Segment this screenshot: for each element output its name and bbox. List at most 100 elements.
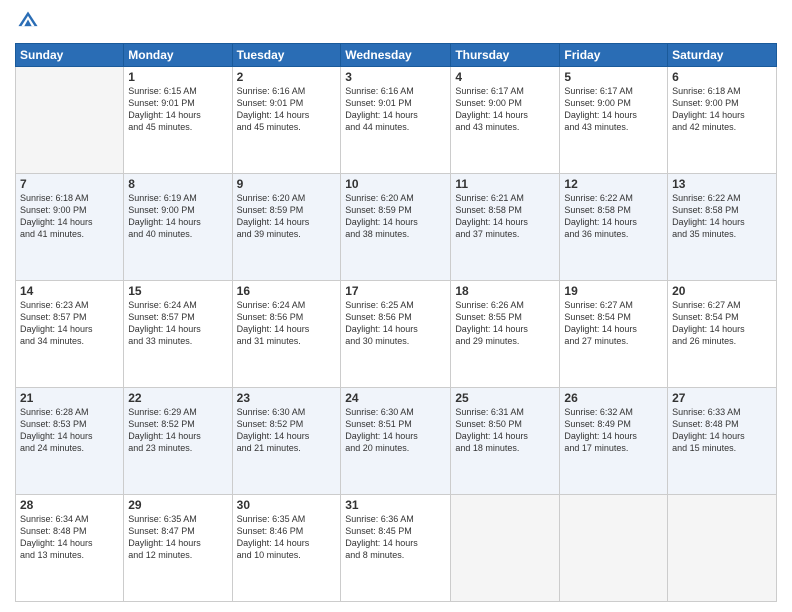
cell-info: Sunrise: 6:33 AM Sunset: 8:48 PM Dayligh… xyxy=(672,406,772,455)
day-number: 18 xyxy=(455,284,555,298)
header xyxy=(15,10,777,37)
day-number: 13 xyxy=(672,177,772,191)
calendar-cell: 21Sunrise: 6:28 AM Sunset: 8:53 PM Dayli… xyxy=(16,388,124,495)
calendar-cell: 13Sunrise: 6:22 AM Sunset: 8:58 PM Dayli… xyxy=(668,174,777,281)
day-number: 25 xyxy=(455,391,555,405)
cell-info: Sunrise: 6:22 AM Sunset: 8:58 PM Dayligh… xyxy=(672,192,772,241)
cell-info: Sunrise: 6:36 AM Sunset: 8:45 PM Dayligh… xyxy=(345,513,446,562)
day-number: 17 xyxy=(345,284,446,298)
day-number: 3 xyxy=(345,70,446,84)
day-number: 22 xyxy=(128,391,227,405)
calendar-cell: 2Sunrise: 6:16 AM Sunset: 9:01 PM Daylig… xyxy=(232,67,341,174)
calendar-cell xyxy=(16,67,124,174)
cell-info: Sunrise: 6:24 AM Sunset: 8:56 PM Dayligh… xyxy=(237,299,337,348)
calendar-cell: 5Sunrise: 6:17 AM Sunset: 9:00 PM Daylig… xyxy=(560,67,668,174)
calendar-header-thursday: Thursday xyxy=(451,44,560,67)
calendar-cell: 11Sunrise: 6:21 AM Sunset: 8:58 PM Dayli… xyxy=(451,174,560,281)
calendar-cell: 24Sunrise: 6:30 AM Sunset: 8:51 PM Dayli… xyxy=(341,388,451,495)
cell-info: Sunrise: 6:17 AM Sunset: 9:00 PM Dayligh… xyxy=(455,85,555,134)
day-number: 28 xyxy=(20,498,119,512)
calendar-cell: 30Sunrise: 6:35 AM Sunset: 8:46 PM Dayli… xyxy=(232,495,341,602)
cell-info: Sunrise: 6:27 AM Sunset: 8:54 PM Dayligh… xyxy=(564,299,663,348)
calendar-cell: 20Sunrise: 6:27 AM Sunset: 8:54 PM Dayli… xyxy=(668,281,777,388)
cell-info: Sunrise: 6:32 AM Sunset: 8:49 PM Dayligh… xyxy=(564,406,663,455)
cell-info: Sunrise: 6:18 AM Sunset: 9:00 PM Dayligh… xyxy=(672,85,772,134)
calendar-cell: 12Sunrise: 6:22 AM Sunset: 8:58 PM Dayli… xyxy=(560,174,668,281)
cell-info: Sunrise: 6:20 AM Sunset: 8:59 PM Dayligh… xyxy=(237,192,337,241)
calendar-header-tuesday: Tuesday xyxy=(232,44,341,67)
cell-info: Sunrise: 6:30 AM Sunset: 8:52 PM Dayligh… xyxy=(237,406,337,455)
calendar-cell: 17Sunrise: 6:25 AM Sunset: 8:56 PM Dayli… xyxy=(341,281,451,388)
cell-info: Sunrise: 6:29 AM Sunset: 8:52 PM Dayligh… xyxy=(128,406,227,455)
calendar-cell: 27Sunrise: 6:33 AM Sunset: 8:48 PM Dayli… xyxy=(668,388,777,495)
page: SundayMondayTuesdayWednesdayThursdayFrid… xyxy=(0,0,792,612)
day-number: 31 xyxy=(345,498,446,512)
calendar-row: 14Sunrise: 6:23 AM Sunset: 8:57 PM Dayli… xyxy=(16,281,777,388)
cell-info: Sunrise: 6:35 AM Sunset: 8:46 PM Dayligh… xyxy=(237,513,337,562)
cell-info: Sunrise: 6:26 AM Sunset: 8:55 PM Dayligh… xyxy=(455,299,555,348)
cell-info: Sunrise: 6:24 AM Sunset: 8:57 PM Dayligh… xyxy=(128,299,227,348)
day-number: 26 xyxy=(564,391,663,405)
day-number: 21 xyxy=(20,391,119,405)
calendar-cell: 18Sunrise: 6:26 AM Sunset: 8:55 PM Dayli… xyxy=(451,281,560,388)
day-number: 19 xyxy=(564,284,663,298)
cell-info: Sunrise: 6:17 AM Sunset: 9:00 PM Dayligh… xyxy=(564,85,663,134)
calendar-cell: 19Sunrise: 6:27 AM Sunset: 8:54 PM Dayli… xyxy=(560,281,668,388)
calendar-row: 7Sunrise: 6:18 AM Sunset: 9:00 PM Daylig… xyxy=(16,174,777,281)
calendar-cell: 3Sunrise: 6:16 AM Sunset: 9:01 PM Daylig… xyxy=(341,67,451,174)
cell-info: Sunrise: 6:16 AM Sunset: 9:01 PM Dayligh… xyxy=(237,85,337,134)
day-number: 20 xyxy=(672,284,772,298)
calendar-header-sunday: Sunday xyxy=(16,44,124,67)
calendar-header-friday: Friday xyxy=(560,44,668,67)
cell-info: Sunrise: 6:16 AM Sunset: 9:01 PM Dayligh… xyxy=(345,85,446,134)
day-number: 23 xyxy=(237,391,337,405)
day-number: 2 xyxy=(237,70,337,84)
calendar-cell: 10Sunrise: 6:20 AM Sunset: 8:59 PM Dayli… xyxy=(341,174,451,281)
cell-info: Sunrise: 6:18 AM Sunset: 9:00 PM Dayligh… xyxy=(20,192,119,241)
calendar-cell: 23Sunrise: 6:30 AM Sunset: 8:52 PM Dayli… xyxy=(232,388,341,495)
day-number: 10 xyxy=(345,177,446,191)
calendar-cell: 14Sunrise: 6:23 AM Sunset: 8:57 PM Dayli… xyxy=(16,281,124,388)
day-number: 6 xyxy=(672,70,772,84)
calendar-cell: 9Sunrise: 6:20 AM Sunset: 8:59 PM Daylig… xyxy=(232,174,341,281)
calendar-header-row: SundayMondayTuesdayWednesdayThursdayFrid… xyxy=(16,44,777,67)
cell-info: Sunrise: 6:30 AM Sunset: 8:51 PM Dayligh… xyxy=(345,406,446,455)
calendar-header-saturday: Saturday xyxy=(668,44,777,67)
day-number: 29 xyxy=(128,498,227,512)
day-number: 16 xyxy=(237,284,337,298)
day-number: 15 xyxy=(128,284,227,298)
calendar-header-wednesday: Wednesday xyxy=(341,44,451,67)
calendar-cell: 29Sunrise: 6:35 AM Sunset: 8:47 PM Dayli… xyxy=(124,495,232,602)
day-number: 7 xyxy=(20,177,119,191)
day-number: 8 xyxy=(128,177,227,191)
cell-info: Sunrise: 6:35 AM Sunset: 8:47 PM Dayligh… xyxy=(128,513,227,562)
day-number: 5 xyxy=(564,70,663,84)
cell-info: Sunrise: 6:21 AM Sunset: 8:58 PM Dayligh… xyxy=(455,192,555,241)
cell-info: Sunrise: 6:23 AM Sunset: 8:57 PM Dayligh… xyxy=(20,299,119,348)
cell-info: Sunrise: 6:34 AM Sunset: 8:48 PM Dayligh… xyxy=(20,513,119,562)
calendar-cell: 4Sunrise: 6:17 AM Sunset: 9:00 PM Daylig… xyxy=(451,67,560,174)
calendar-row: 28Sunrise: 6:34 AM Sunset: 8:48 PM Dayli… xyxy=(16,495,777,602)
calendar-cell: 6Sunrise: 6:18 AM Sunset: 9:00 PM Daylig… xyxy=(668,67,777,174)
logo xyxy=(15,10,41,37)
calendar-cell: 15Sunrise: 6:24 AM Sunset: 8:57 PM Dayli… xyxy=(124,281,232,388)
calendar-cell xyxy=(668,495,777,602)
day-number: 14 xyxy=(20,284,119,298)
calendar-cell xyxy=(560,495,668,602)
cell-info: Sunrise: 6:15 AM Sunset: 9:01 PM Dayligh… xyxy=(128,85,227,134)
day-number: 24 xyxy=(345,391,446,405)
day-number: 12 xyxy=(564,177,663,191)
cell-info: Sunrise: 6:31 AM Sunset: 8:50 PM Dayligh… xyxy=(455,406,555,455)
calendar-table: SundayMondayTuesdayWednesdayThursdayFrid… xyxy=(15,43,777,602)
day-number: 30 xyxy=(237,498,337,512)
cell-info: Sunrise: 6:28 AM Sunset: 8:53 PM Dayligh… xyxy=(20,406,119,455)
day-number: 1 xyxy=(128,70,227,84)
calendar-cell: 28Sunrise: 6:34 AM Sunset: 8:48 PM Dayli… xyxy=(16,495,124,602)
day-number: 11 xyxy=(455,177,555,191)
calendar-row: 1Sunrise: 6:15 AM Sunset: 9:01 PM Daylig… xyxy=(16,67,777,174)
day-number: 9 xyxy=(237,177,337,191)
cell-info: Sunrise: 6:20 AM Sunset: 8:59 PM Dayligh… xyxy=(345,192,446,241)
cell-info: Sunrise: 6:25 AM Sunset: 8:56 PM Dayligh… xyxy=(345,299,446,348)
calendar-cell: 22Sunrise: 6:29 AM Sunset: 8:52 PM Dayli… xyxy=(124,388,232,495)
calendar-cell: 8Sunrise: 6:19 AM Sunset: 9:00 PM Daylig… xyxy=(124,174,232,281)
